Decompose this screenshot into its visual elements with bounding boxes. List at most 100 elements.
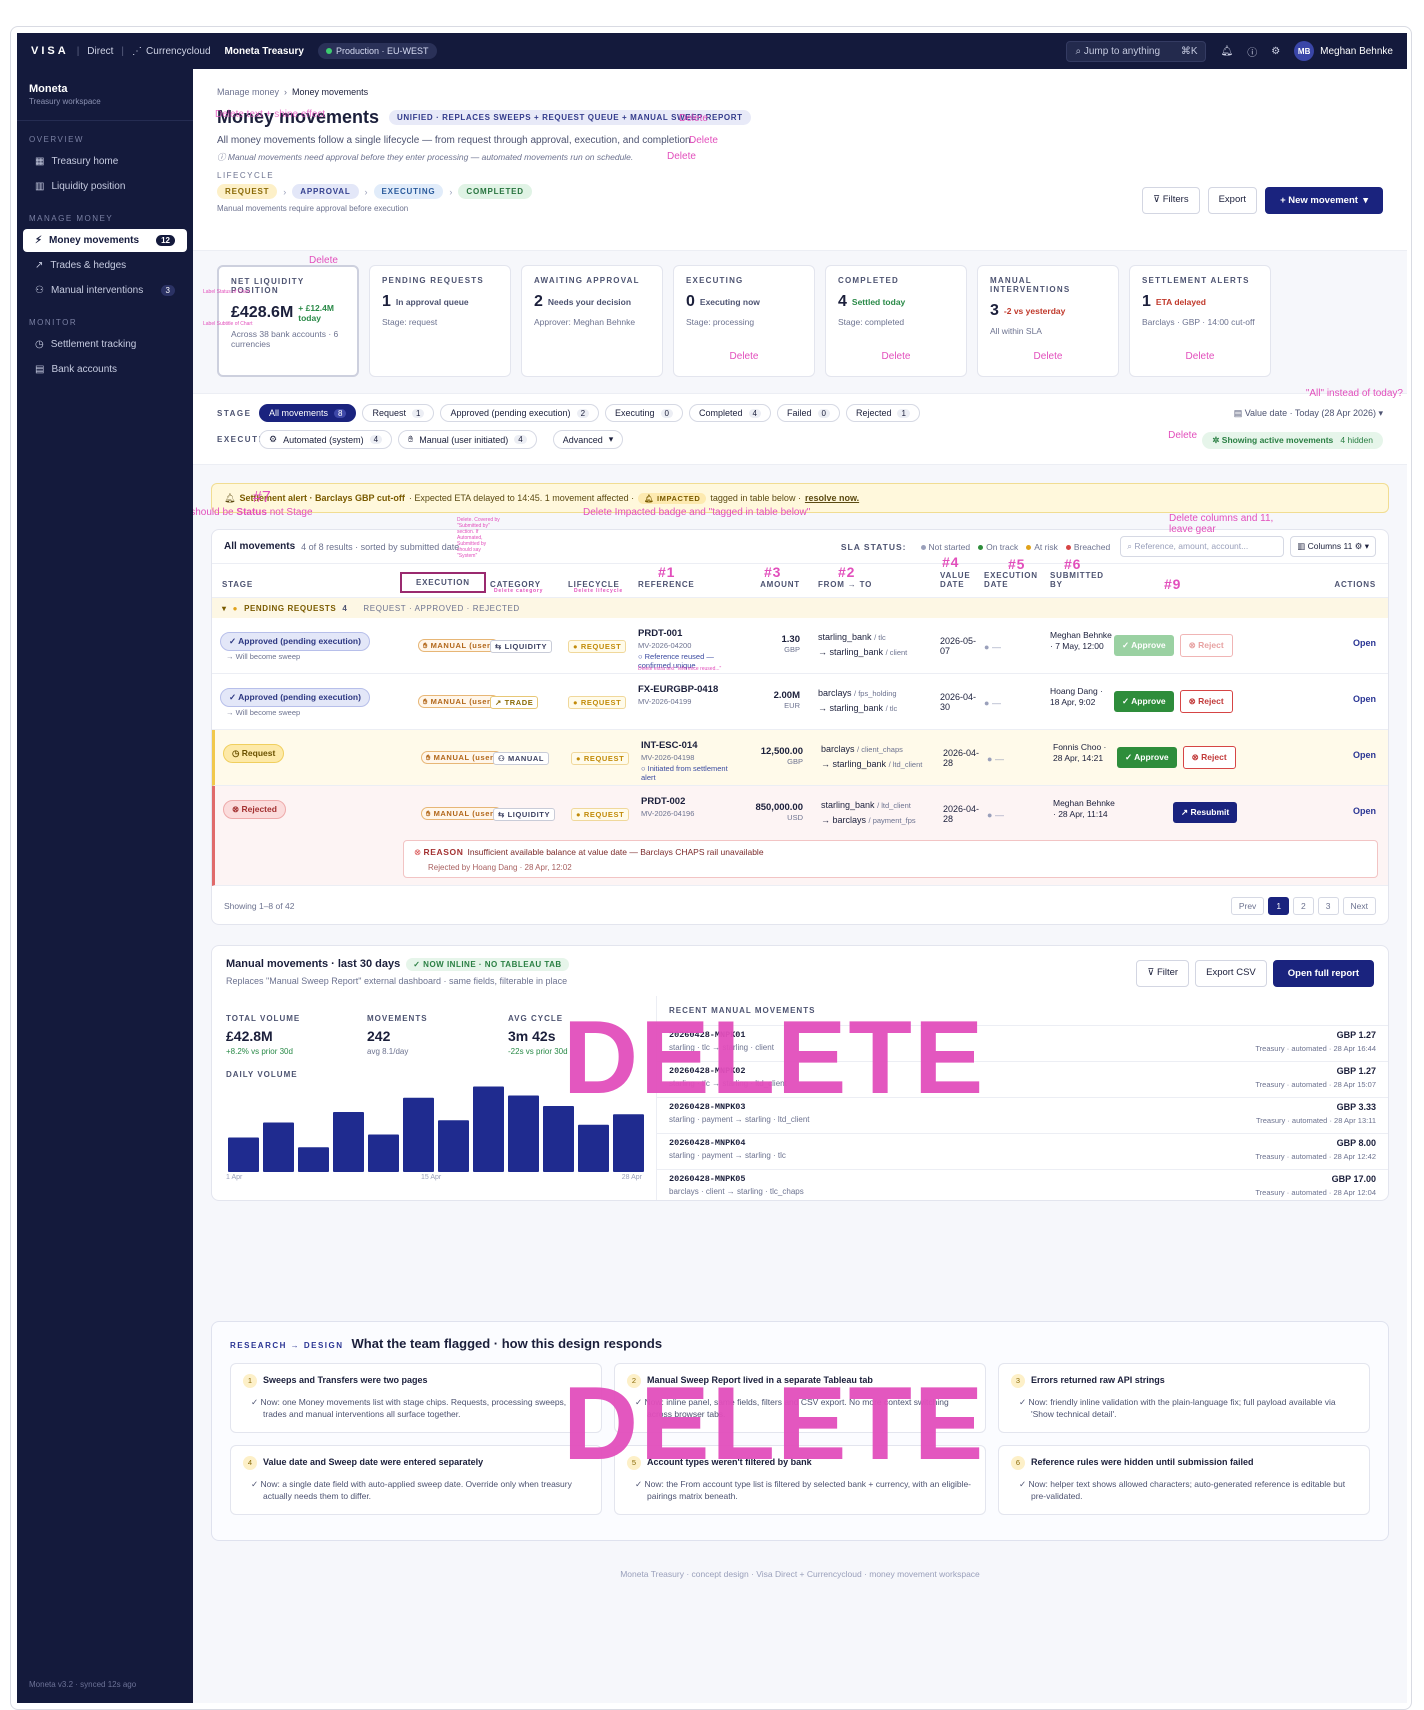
currencycloud-icon: ⋰ [132,45,143,57]
reject-button[interactable]: ⊗ Reject [1179,634,1233,657]
item-title: Errors returned raw API strings [1031,1375,1165,1385]
gear-icon[interactable]: ⚙ [1271,46,1280,57]
stage-chip[interactable]: All movements 8 [259,404,357,422]
to-account: starling_bank [832,759,887,769]
kpi-card[interactable]: COMPLETED 4 Settled today Stage: completed D… [825,265,967,377]
visa-logo: VISA [31,45,69,57]
approve-button[interactable]: ✓ Approve [1114,635,1174,656]
filter-button[interactable]: ⊽ Filter [1136,960,1190,987]
reject-button[interactable]: ⊗ Reject [1179,690,1233,713]
movement-meta: Treasury · automated · 28 Apr 13:11 [1255,1116,1376,1125]
next-page-button[interactable]: Next [1342,897,1376,915]
reference-cell[interactable]: FX-EURGBP-0418 MV-2026-04199 [638,684,718,706]
page-3-button[interactable]: 3 [1317,897,1339,915]
workspace-switcher[interactable]: Moneta Treasury workspace [17,69,193,121]
chart-bar [333,1112,364,1172]
sidebar-item[interactable]: ▥ Liquidity position [23,175,187,198]
approve-button[interactable]: ✓ Approve [1114,691,1174,712]
search-input[interactable]: ⌕ Jump to anything ⌘K [1066,40,1207,62]
execution-date: ● — [987,754,1004,764]
chart-bar [403,1097,434,1172]
showing-badge[interactable]: ✲ Showing active movements 4 hidden [1202,432,1383,449]
kpi-card[interactable]: AWAITING APPROVAL 2 Needs your decision App… [521,265,663,377]
lifecycle-pill: ● REQUEST [568,640,627,653]
approve-button[interactable]: ✓ Approve [1117,747,1177,768]
value-date-select[interactable]: ▤ Value date · Today (28 Apr 2026) ▾ [1234,408,1383,419]
recent-movement-row[interactable]: 20260428-MNPK04 starling · payment → star… [657,1133,1388,1169]
reference-note: ○ Initiated from settlement alert [641,764,728,782]
filters-button[interactable]: ⊽ Filters [1142,187,1200,214]
sidebar-item[interactable]: ▦ Treasury home [23,150,187,173]
execution-chip[interactable]: ⚙ Automated (system) 4 [259,430,393,449]
stage-chip[interactable]: Rejected 1 [845,404,920,422]
chip-count: 8 [334,408,347,418]
kpi-card[interactable]: PENDING REQUESTS 1 In approval queue Stage:… [369,265,511,377]
reject-button[interactable]: ⊗ Reject [1182,746,1236,769]
kpi-card[interactable]: SETTLEMENT ALERTS 1 ETA delayed Barclays · … [1129,265,1271,377]
open-link[interactable]: Open [1353,638,1376,648]
from-to-cell: barclays / client_chaps → starling_bank /… [821,744,923,769]
card-number: 2 [534,293,543,310]
open-full-report-button[interactable]: Open full report [1272,960,1374,987]
execution-chip[interactable]: ✋︎ Manual (user initiated) 4 [398,430,537,449]
item-number: 6 [1011,1456,1025,1470]
row-actions: ✓ Approve ⊗ Reject [1117,746,1236,769]
summary-stat: MOVEMENTS 242 avg 8.1/day [367,1014,428,1056]
resolve-now-link[interactable]: resolve now. [805,493,859,503]
reference: INT-ESC-014 [641,740,698,751]
table-row[interactable]: ⊗ Rejected ✋︎ MANUAL (user) ⇆ LIQUIDITY ● R… [212,786,1388,886]
kpi-card[interactable]: MANUAL INTERVENTIONS 3 -2 vs yesterday All … [977,265,1119,377]
advanced-button[interactable]: Advanced ▾ [552,430,624,449]
columns-button[interactable]: ▥ Columns 11 ⚙ ▾ [1290,536,1376,557]
stage-chip[interactable]: Approved (pending execution) 2 [440,404,600,422]
reference-cell[interactable]: INT-ESC-014 MV-2026-04198 ○ Initiated from… [641,740,737,782]
table-row[interactable]: ◷ Request ✋︎ MANUAL (user) ⚇ MANUAL ● REQUE… [212,730,1388,786]
sidebar-item[interactable]: ↗ Trades & hedges [23,254,187,277]
stage-chip[interactable]: Completed 4 [689,404,771,422]
item-number: 1 [243,1374,257,1388]
export-button[interactable]: Export [1207,187,1258,214]
open-link[interactable]: Open [1353,750,1376,760]
page-1-button[interactable]: 1 [1268,897,1290,915]
page-2-button[interactable]: 2 [1293,897,1314,915]
export-csv-button[interactable]: Export CSV [1195,960,1267,987]
open-link[interactable]: Open [1353,694,1376,704]
stage-chip[interactable]: Failed 0 [776,404,840,422]
user-menu[interactable]: MB Meghan Behnke [1294,41,1393,61]
group-header[interactable]: ▾ ● PENDING REQUESTS 4 REQUEST · APPROVED… [212,598,1388,618]
stage-chip[interactable]: Executing 0 [605,404,683,422]
reference: PRDT-002 [641,796,686,807]
reference-cell[interactable]: PRDT-001 MV-2026-04200 ○ Reference reused … [638,628,734,670]
bell-icon[interactable]: 🔔︎ [1220,46,1233,57]
table-row[interactable]: ✓ Approved (pending execution) → Will bec… [212,674,1388,730]
lifecycle-pill: ● REQUEST [571,752,630,765]
summary-stat: TOTAL VOLUME £42.8M +8.2% vs prior 30d [226,1014,300,1056]
category-pill: ⇆ LIQUIDITY [490,640,553,653]
table-search-input[interactable]: ⌕ Reference, amount, account... [1120,536,1285,557]
help-icon[interactable]: ⓘ [1247,44,1257,59]
sidebar-item[interactable]: ▤ Bank accounts [23,358,187,381]
pagination: Prev 1 2 3 Next [1230,897,1376,915]
chart-bar [613,1114,644,1172]
sidebar-item[interactable]: ⚇ Manual interventions 3 [23,279,187,302]
resubmit-button[interactable]: ↗ Resubmit [1173,802,1238,823]
table-row[interactable]: ✓ Approved (pending execution) → Will bec… [212,618,1388,674]
reference: FX-EURGBP-0418 [638,684,719,695]
sidebar-item[interactable]: ◷ Settlement tracking [23,333,187,356]
reference-cell[interactable]: PRDT-002 MV-2026-04196 [641,796,694,818]
kpi-card[interactable]: EXECUTING 0 Executing now Stage: processing… [673,265,815,377]
chart-bar [438,1120,469,1172]
new-movement-button[interactable]: + New movement ▾ [1265,187,1383,214]
value-date: 2026-04-28 [943,748,980,768]
prev-page-button[interactable]: Prev [1230,897,1265,915]
sidebar-item-label: Settlement tracking [50,339,137,350]
stage-chip[interactable]: Request 1 [362,404,435,422]
sidebar-item[interactable]: ⚡︎ Money movements 12 [23,229,187,252]
amount-cell: 850,000.00 USD [735,802,803,822]
sla-legend-item: On track [978,542,1018,552]
card-sub: Stage: request [382,317,438,327]
open-link[interactable]: Open [1353,806,1376,816]
manual-title: Manual movements · last 30 days [226,958,401,970]
recent-movement-row[interactable]: 20260428-MNPK05 barclays · client → starl… [657,1169,1388,1200]
card-value: 1 In approval queue [382,293,498,311]
